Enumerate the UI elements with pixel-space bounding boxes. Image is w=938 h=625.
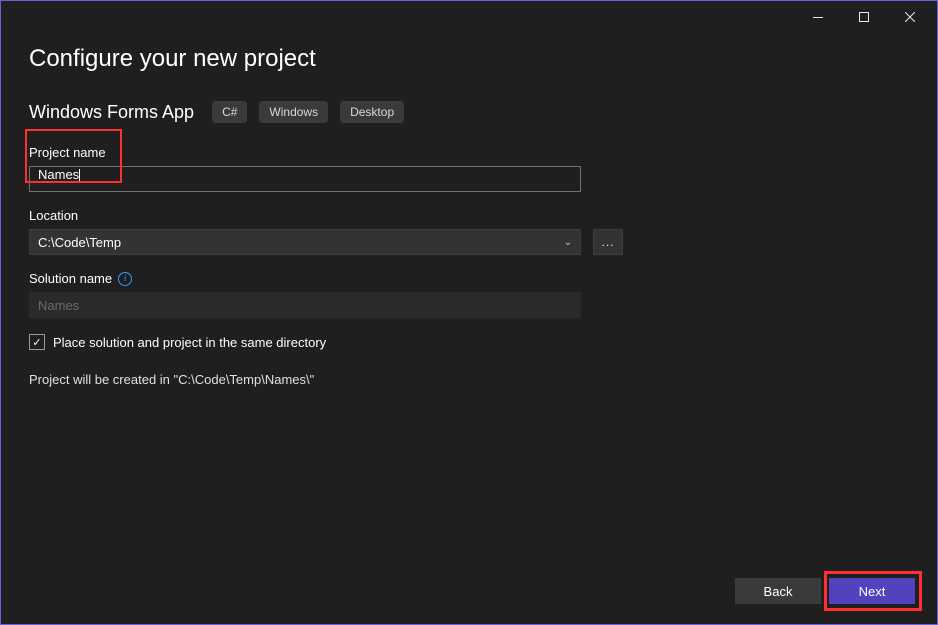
- tag-windows: Windows: [259, 101, 328, 123]
- solution-name-placeholder: Names: [38, 298, 79, 313]
- minimize-button[interactable]: [795, 1, 841, 33]
- info-icon[interactable]: i: [118, 272, 132, 286]
- chevron-down-icon: ⌄: [564, 237, 572, 248]
- text-caret: [79, 169, 80, 183]
- location-value: C:\Code\Temp: [38, 235, 121, 250]
- location-select[interactable]: C:\Code\Temp ⌄: [29, 229, 581, 255]
- project-name-value: Names: [38, 167, 79, 182]
- next-button[interactable]: Next: [829, 578, 915, 604]
- same-directory-label: Place solution and project in the same d…: [53, 335, 326, 350]
- project-name-group: Project name Names: [29, 145, 909, 192]
- tag-desktop: Desktop: [340, 101, 404, 123]
- back-button[interactable]: Back: [735, 578, 821, 604]
- project-path-info: Project will be created in "C:\Code\Temp…: [29, 372, 909, 387]
- window-titlebar: [1, 1, 937, 33]
- project-name-label: Project name: [29, 145, 909, 160]
- solution-name-group: Solution name i Names: [29, 271, 909, 318]
- template-row: Windows Forms App C# Windows Desktop: [29, 101, 909, 123]
- page-title: Configure your new project: [29, 45, 909, 73]
- location-label: Location: [29, 208, 909, 223]
- maximize-button[interactable]: [841, 1, 887, 33]
- solution-name-label: Solution name i: [29, 271, 909, 286]
- close-button[interactable]: [887, 1, 933, 33]
- same-directory-checkbox[interactable]: ✓: [29, 334, 45, 350]
- solution-name-input: Names: [29, 292, 581, 318]
- solution-name-label-text: Solution name: [29, 271, 112, 286]
- project-name-input[interactable]: Names: [29, 166, 581, 192]
- browse-button[interactable]: ...: [593, 229, 623, 255]
- same-directory-row: ✓ Place solution and project in the same…: [29, 334, 909, 350]
- content-area: Configure your new project Windows Forms…: [1, 33, 937, 387]
- location-group: Location C:\Code\Temp ⌄ ...: [29, 208, 909, 255]
- footer-buttons: Back Next: [735, 578, 915, 604]
- template-name: Windows Forms App: [29, 102, 194, 123]
- tag-csharp: C#: [212, 101, 247, 123]
